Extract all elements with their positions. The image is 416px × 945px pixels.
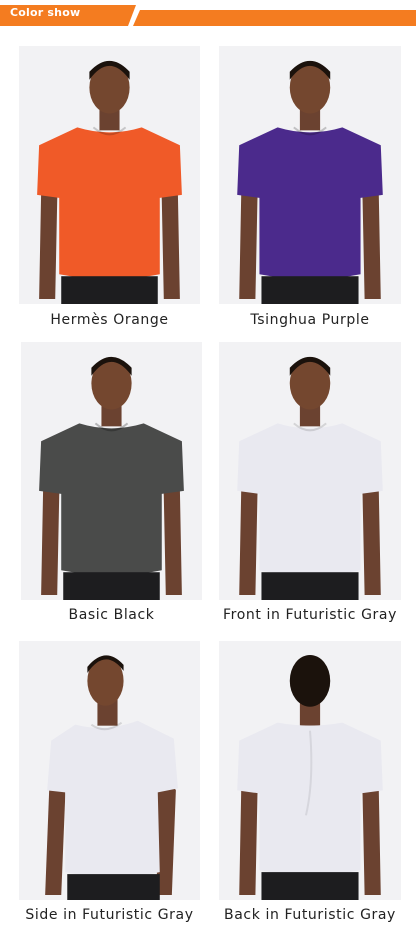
label-tsinghua-purple: Tsinghua Purple bbox=[250, 312, 370, 328]
product-image-hermes-orange bbox=[19, 46, 200, 304]
label-futuristic-gray-back: Back in Futuristic Gray bbox=[224, 907, 396, 923]
product-image-futuristic-gray-front bbox=[219, 342, 401, 600]
model-figure bbox=[219, 641, 401, 900]
label-hermes-orange: Hermès Orange bbox=[50, 312, 169, 328]
model-figure bbox=[219, 46, 401, 304]
product-image-futuristic-gray-side bbox=[19, 641, 200, 900]
model-figure bbox=[19, 46, 200, 304]
model-figure bbox=[219, 342, 401, 600]
label-futuristic-gray-side: Side in Futuristic Gray bbox=[25, 907, 194, 923]
label-futuristic-gray-front: Front in Futuristic Gray bbox=[223, 607, 397, 623]
section-title: Color show bbox=[10, 6, 81, 19]
label-basic-black: Basic Black bbox=[68, 607, 155, 623]
product-image-basic-black bbox=[21, 342, 202, 600]
model-figure bbox=[21, 342, 202, 600]
product-image-futuristic-gray-back bbox=[219, 641, 401, 900]
section-header: Color show bbox=[0, 0, 416, 26]
model-figure bbox=[19, 641, 200, 900]
product-image-tsinghua-purple bbox=[219, 46, 401, 304]
